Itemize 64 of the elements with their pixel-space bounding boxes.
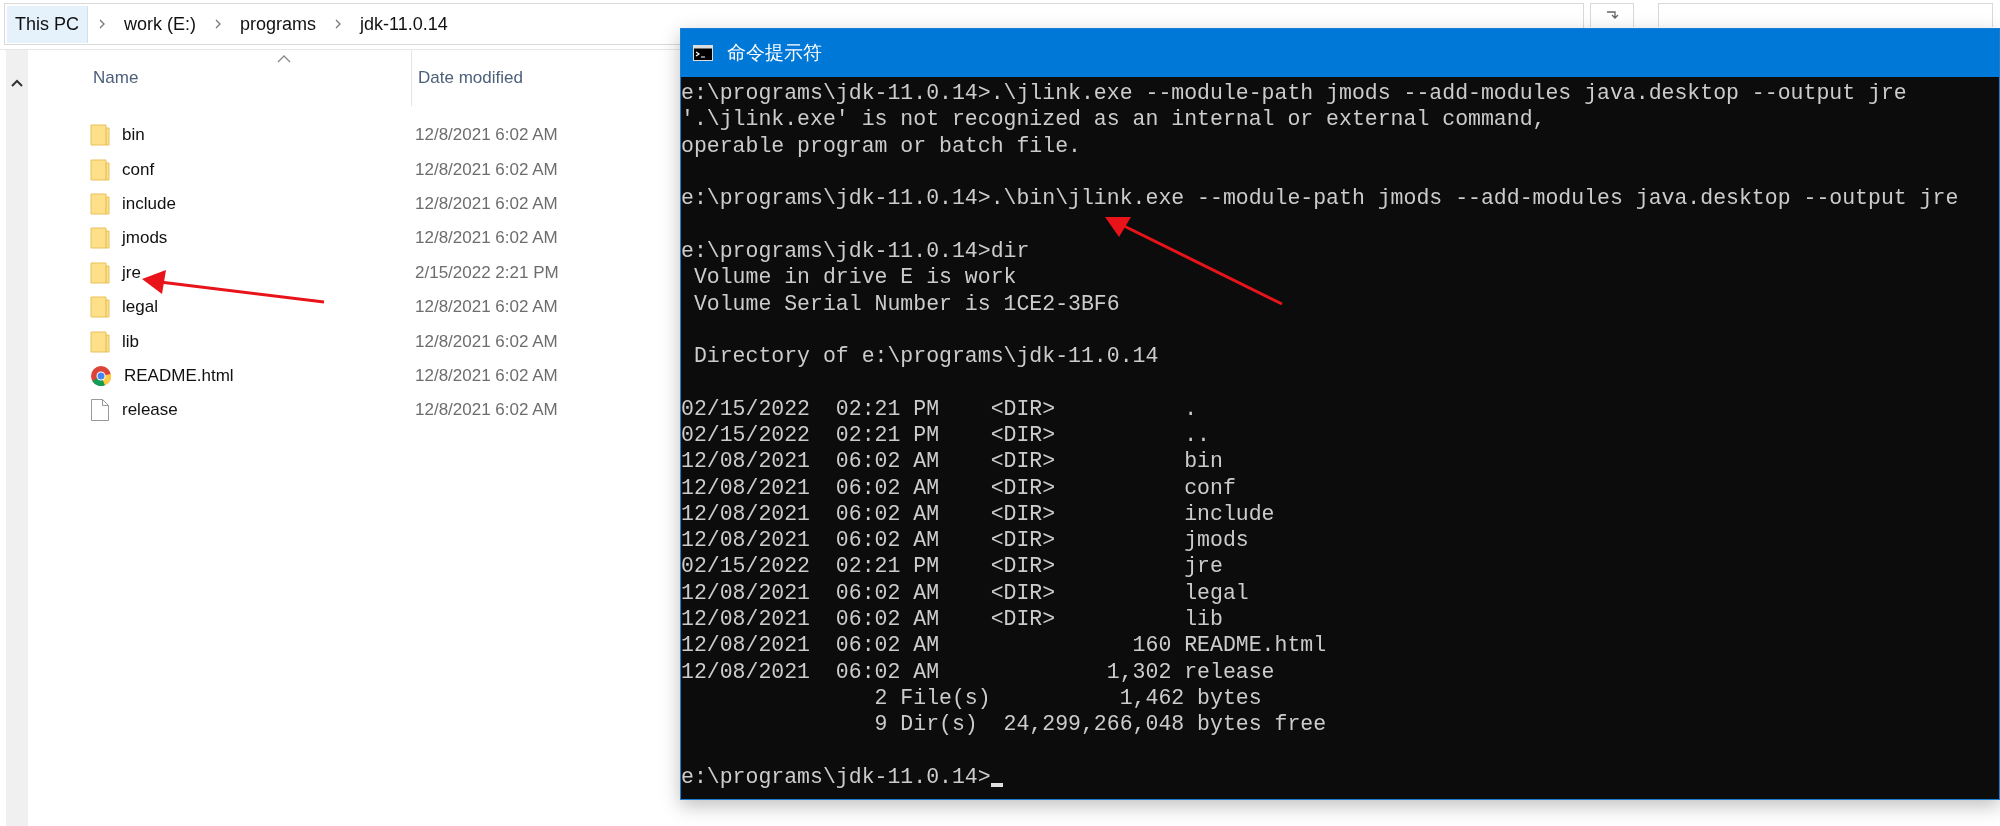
sort-caret-icon — [276, 54, 292, 63]
browser-icon — [90, 364, 112, 387]
date-modified: 2/15/2022 2:21 PM — [414, 262, 559, 283]
chevron-icon — [334, 18, 343, 30]
file-icon — [90, 398, 110, 423]
date-modified: 12/8/2021 6:02 AM — [414, 228, 558, 249]
window-title: 命令提示符 — [727, 40, 822, 65]
console-line: e:\programs\jdk-11.0.14>dir — [681, 238, 1030, 263]
chevron-icon — [214, 18, 222, 30]
folder-icon — [90, 124, 110, 147]
date-modified: 12/8/2021 6:02 AM — [414, 193, 558, 214]
file-name[interactable]: README.html — [124, 365, 234, 386]
folder-icon — [90, 261, 110, 284]
column-header[interactable]: Name — [72, 68, 411, 88]
refresh-button[interactable] — [1590, 3, 1634, 27]
search-field[interactable] — [1658, 3, 1993, 27]
console-line: 02/15/2022 02:21 PM <DIR> .. — [681, 423, 1210, 447]
file-name[interactable]: include — [122, 193, 176, 214]
console-line: 12/08/2021 06:02 AM <DIR> conf — [681, 475, 1236, 500]
file-name[interactable]: release — [122, 400, 178, 421]
date-modified: 12/8/2021 6:02 AM — [414, 365, 558, 386]
breadcrumb-item[interactable]: This PC — [7, 5, 88, 43]
scrollbar[interactable] — [6, 50, 28, 826]
date-modified: 12/8/2021 6:02 AM — [414, 400, 558, 421]
date-modified: 12/8/2021 6:02 AM — [414, 125, 558, 146]
console-line: 12/08/2021 06:02 AM 1,302 release — [681, 659, 1275, 684]
file-name[interactable]: bin — [122, 125, 145, 146]
console-line: 2 File(s) 1,462 bytes — [873, 685, 1262, 710]
file-name[interactable]: conf — [122, 159, 155, 180]
date-modified: 12/8/2021 6:02 AM — [414, 159, 558, 180]
column-header[interactable]: Date modified — [411, 50, 523, 106]
folder-icon — [90, 158, 110, 181]
console-line: e:\programs\jdk-11.0.14>.\jlink.exe --module-path jmods --add-modules java.desktop --output jre — [681, 81, 1907, 106]
folder-icon — [90, 192, 110, 215]
console-line: e:\programs\jdk-11.0.14>.\bin\jlink.exe --module-path jmods --add-modules java.desktop --output jre — [681, 186, 1959, 211]
console-line: 12/08/2021 06:02 AM <DIR> jmods — [681, 528, 1249, 553]
file-name[interactable]: jre — [122, 262, 141, 283]
console-line: 02/15/2022 02:21 PM <DIR> jre — [681, 554, 1223, 579]
console-line: operable program or batch file. — [681, 133, 1081, 158]
console-line: 12/08/2021 06:02 AM <DIR> lib — [681, 607, 1223, 632]
folder-icon — [90, 330, 110, 353]
console-line: 12/08/2021 06:02 AM <DIR> bin — [681, 449, 1223, 474]
console-line: 12/08/2021 06:02 AM <DIR> include — [681, 501, 1275, 526]
console-line: Directory of e:\programs\jdk-11.0.14 — [692, 344, 1159, 369]
chevron-icon — [98, 18, 106, 30]
folder-icon — [90, 227, 110, 250]
breadcrumb-item[interactable]: jdk-11.0.14 — [352, 5, 456, 43]
console-line: Volume in drive E is work — [692, 265, 1017, 290]
console-line: 02/15/2022 02:21 PM <DIR> . — [681, 396, 1198, 421]
date-modified: 12/8/2021 6:02 AM — [414, 331, 558, 352]
date-modified: 12/8/2021 6:02 AM — [414, 297, 558, 318]
console-line: Volume Serial Number is 1CE2-3BF6 — [692, 291, 1120, 316]
console-line: 12/08/2021 06:02 AM 160 README.html — [681, 633, 1327, 658]
file-name[interactable]: jmods — [122, 228, 168, 249]
console-line: e:\programs\jdk-11.0.14> — [681, 764, 991, 789]
console-line: '.\jlink.exe' is not recognized as an internal or external command, — [681, 107, 1546, 132]
file-name[interactable]: legal — [122, 297, 158, 318]
file-name[interactable]: lib — [122, 331, 139, 352]
breadcrumb-item[interactable]: programs — [232, 5, 325, 43]
breadcrumb-item[interactable]: work (E:) — [116, 5, 204, 43]
console-icon — [693, 45, 713, 61]
console-line: 9 Dir(s) 24,299,266,048 bytes free — [873, 712, 1327, 737]
folder-icon — [90, 296, 110, 319]
console-line: 12/08/2021 06:02 AM <DIR> legal — [681, 580, 1249, 605]
